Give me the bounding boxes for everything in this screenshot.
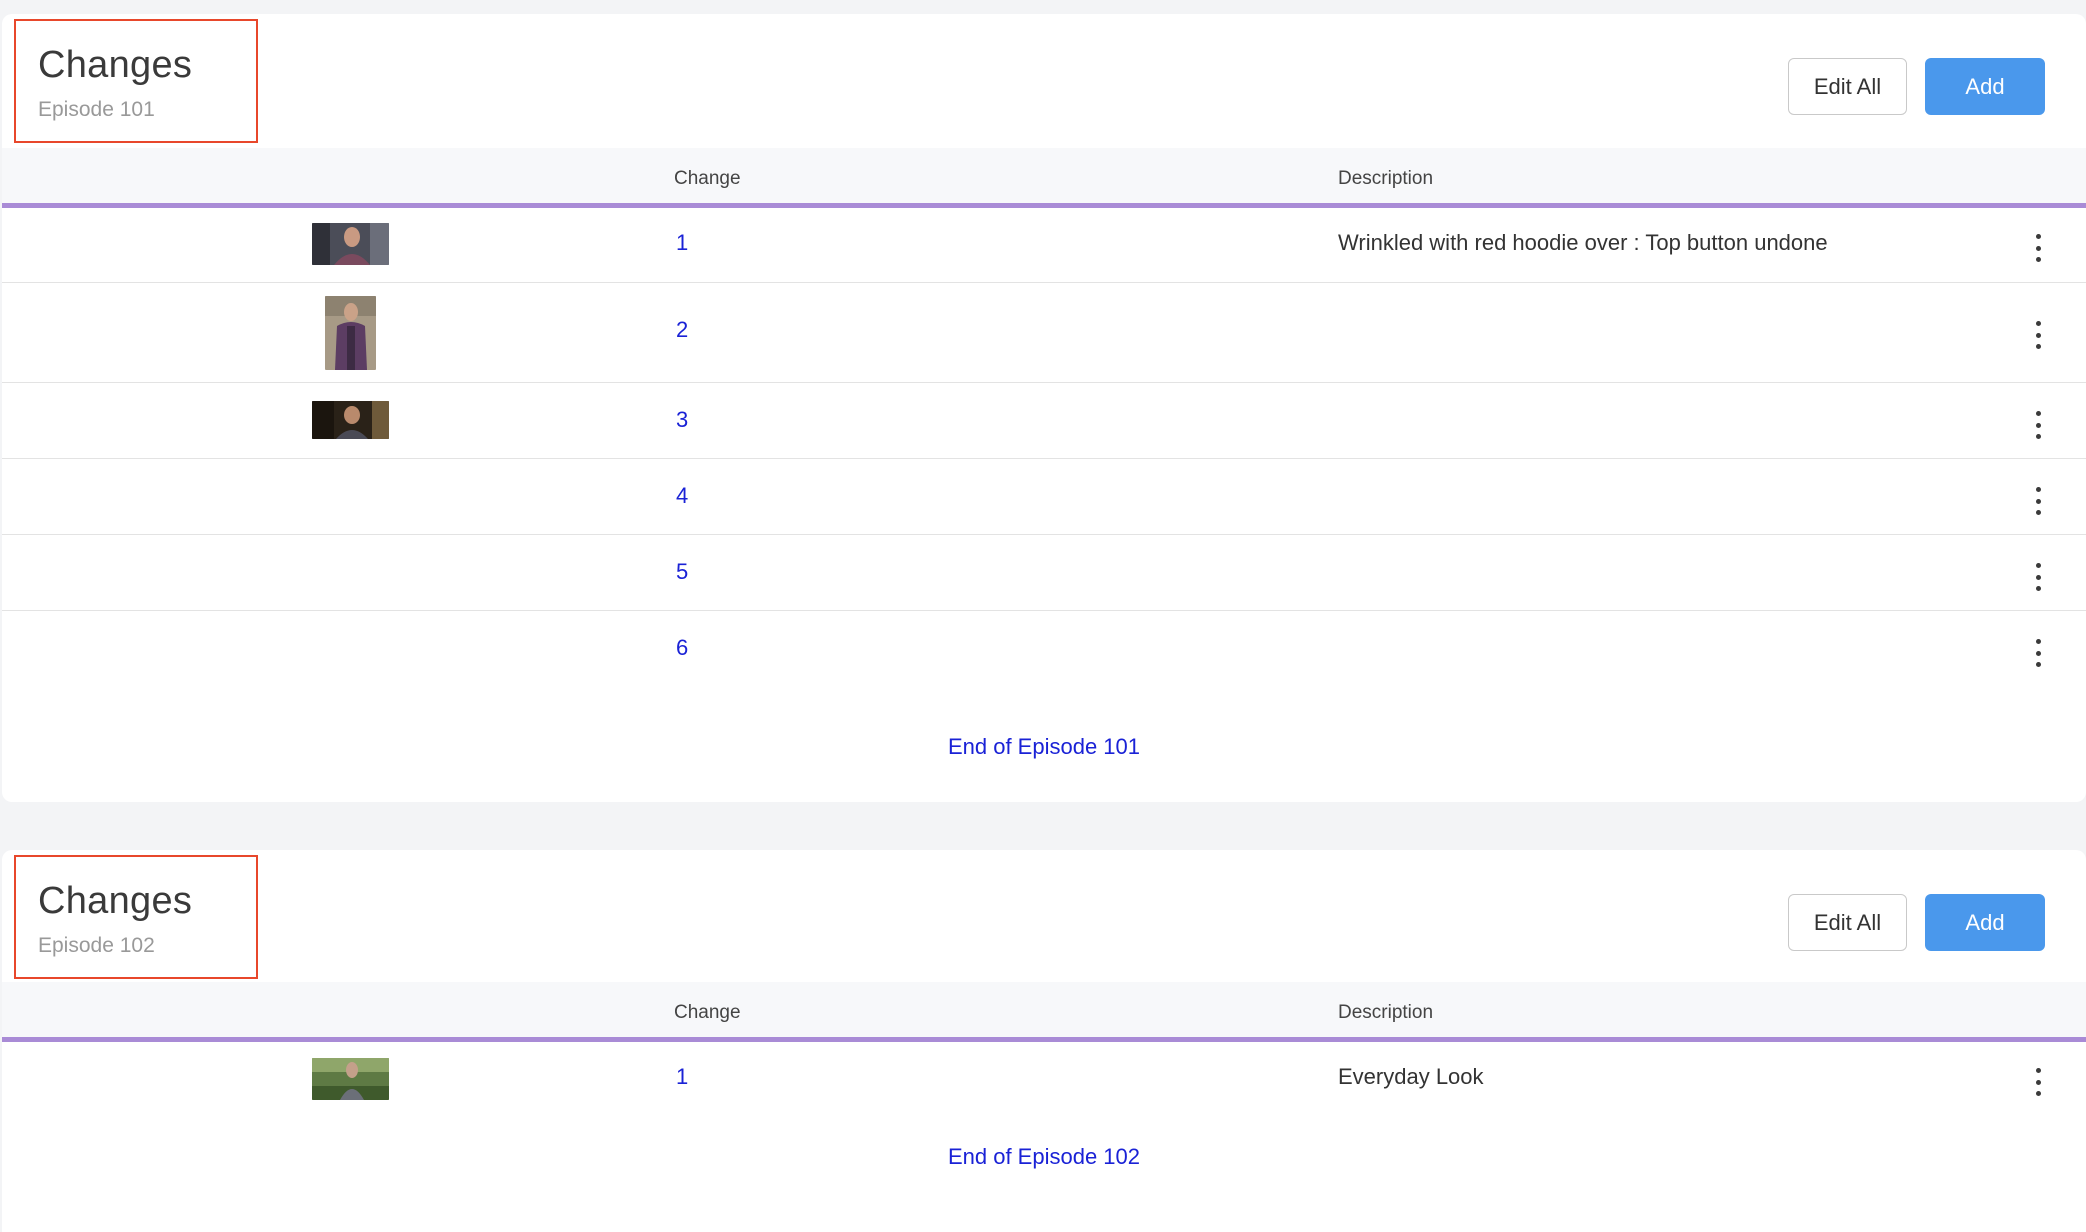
- card-header: Changes Episode 101 Edit All Add: [2, 14, 2086, 148]
- change-description: Everyday Look: [1338, 1064, 1484, 1089]
- table-header: Change Description: [2, 148, 2086, 208]
- change-link[interactable]: 5: [676, 559, 688, 585]
- more-vertical-icon[interactable]: [2030, 234, 2046, 262]
- end-of-episode-link[interactable]: End of Episode 102: [2, 1144, 2086, 1170]
- changes-card-episode-102: Changes Episode 102 Edit All Add Change …: [2, 850, 2086, 1232]
- change-link[interactable]: 2: [676, 317, 688, 343]
- column-header-description[interactable]: Description: [1338, 168, 1433, 190]
- table-row[interactable]: 4: [2, 459, 2086, 535]
- change-link[interactable]: 1: [676, 230, 688, 256]
- wardrobe-thumbnail[interactable]: [312, 401, 389, 439]
- more-vertical-icon[interactable]: [2030, 487, 2046, 515]
- more-vertical-icon[interactable]: [2030, 1068, 2046, 1096]
- episode-subtitle: Episode 102: [38, 934, 155, 957]
- change-description: Wrinkled with red hoodie over : Top butt…: [1338, 230, 1828, 255]
- change-link[interactable]: 1: [676, 1064, 688, 1090]
- end-of-episode-link[interactable]: End of Episode 101: [2, 734, 2086, 760]
- edit-all-button[interactable]: Edit All: [1788, 894, 1907, 951]
- table-footer: End of Episode 102: [2, 1122, 2086, 1222]
- section-title: Changes: [38, 44, 193, 86]
- wardrobe-thumbnail[interactable]: [312, 1058, 389, 1100]
- table-row[interactable]: 1 Everyday Look: [2, 1042, 2086, 1122]
- table-row[interactable]: 2: [2, 283, 2086, 383]
- more-vertical-icon[interactable]: [2030, 321, 2046, 349]
- wardrobe-thumbnail[interactable]: [312, 223, 389, 265]
- card-header: Changes Episode 102 Edit All Add: [2, 850, 2086, 982]
- change-link[interactable]: 3: [676, 407, 688, 433]
- column-header-description[interactable]: Description: [1338, 1002, 1433, 1024]
- wardrobe-thumbnail[interactable]: [325, 296, 376, 370]
- episode-subtitle: Episode 101: [38, 98, 155, 121]
- add-button[interactable]: Add: [1925, 58, 2045, 115]
- column-header-change[interactable]: Change: [674, 168, 741, 190]
- table-footer: End of Episode 101: [2, 677, 2086, 787]
- change-link[interactable]: 6: [676, 635, 688, 661]
- table-row[interactable]: 3: [2, 383, 2086, 459]
- table-header: Change Description: [2, 982, 2086, 1042]
- change-link[interactable]: 4: [676, 483, 688, 509]
- add-button[interactable]: Add: [1925, 894, 2045, 951]
- changes-card-episode-101: Changes Episode 101 Edit All Add Change …: [2, 14, 2086, 802]
- section-title: Changes: [38, 880, 193, 922]
- edit-all-button[interactable]: Edit All: [1788, 58, 1907, 115]
- more-vertical-icon[interactable]: [2030, 563, 2046, 591]
- more-vertical-icon[interactable]: [2030, 411, 2046, 439]
- table-row[interactable]: 6: [2, 611, 2086, 677]
- table-row[interactable]: 1 Wrinkled with red hoodie over : Top bu…: [2, 208, 2086, 283]
- column-header-change[interactable]: Change: [674, 1002, 741, 1024]
- more-vertical-icon[interactable]: [2030, 639, 2046, 667]
- table-row[interactable]: 5: [2, 535, 2086, 611]
